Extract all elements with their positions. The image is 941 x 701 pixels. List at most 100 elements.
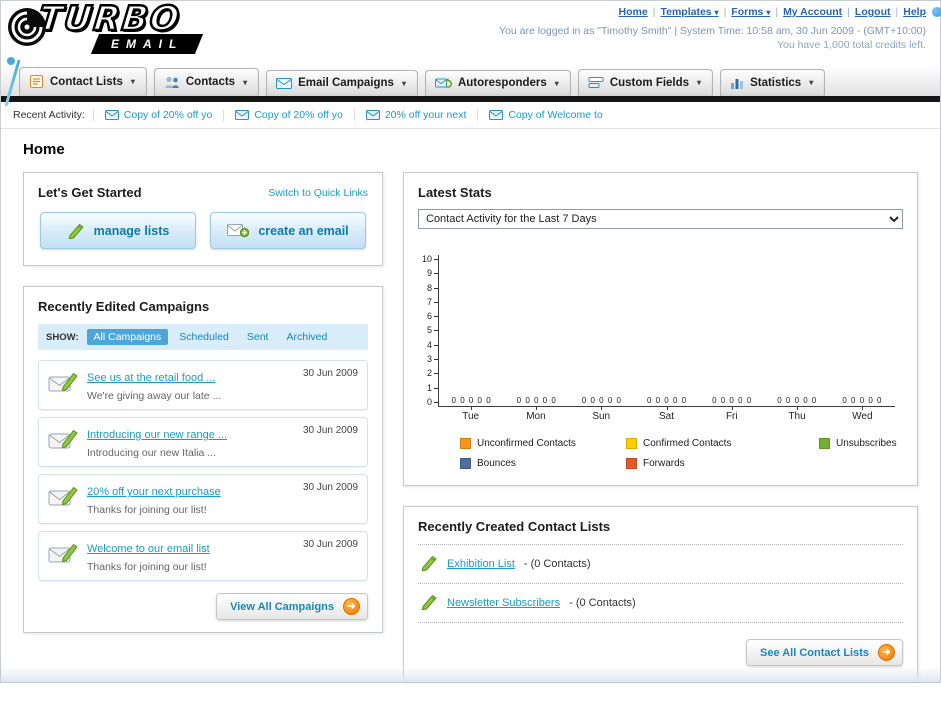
envelope-icon xyxy=(104,110,119,120)
switch-quick-links-link[interactable]: Switch to Quick Links xyxy=(268,187,368,199)
x-axis-label: Fri xyxy=(699,406,764,422)
legend-swatch xyxy=(626,438,637,449)
campaign-edit-icon xyxy=(48,368,78,402)
chart-value-group: 0 0 0 0 0 xyxy=(646,396,688,405)
chart-x-axis: Tue Mon Sun Sat Fri Thu Wed xyxy=(438,406,895,422)
chevron-down-icon: ▾ xyxy=(714,8,719,17)
top-link-help[interactable]: Help xyxy=(903,6,926,18)
logo-title: TURBO xyxy=(36,0,185,40)
contact-lists-panel-title: Recently Created Contact Lists xyxy=(418,519,611,534)
button-label: manage lists xyxy=(93,223,170,238)
app-logo[interactable]: TURBO EMAIL xyxy=(7,0,204,55)
view-all-campaigns-button[interactable]: View All Campaigns ➜ xyxy=(216,593,368,620)
campaign-tab-archived[interactable]: Archived xyxy=(279,329,334,345)
legend-item-unsubscribes: Unsubscribes xyxy=(819,438,903,449)
recent-activity-item[interactable]: Copy of Welcome to xyxy=(477,109,613,121)
contact-list-row[interactable]: Exhibition List - (0 Contacts) xyxy=(418,544,903,583)
legend-label: Confirmed Contacts xyxy=(643,438,732,449)
legend-item-confirmed-contacts: Confirmed Contacts xyxy=(626,438,811,449)
campaign-title-link[interactable]: Welcome to our email list xyxy=(87,543,210,555)
chart-y-axis: 10 9 8 7 6 5 4 3 2 1 0 xyxy=(422,255,439,407)
link-separator: | xyxy=(652,6,656,18)
nav-tab-autoresponders[interactable]: Autoresponders ▾ xyxy=(424,70,571,96)
top-link-home[interactable]: Home xyxy=(619,6,648,18)
contact-list-count: - (0 Contacts) xyxy=(569,597,636,609)
campaign-title-link[interactable]: Introducing our new range ... xyxy=(87,429,227,441)
manage-lists-button[interactable]: manage lists xyxy=(40,212,196,249)
nav-tab-contacts[interactable]: Contacts ▾ xyxy=(153,68,260,96)
chart-plot-area: 0 0 0 0 0 0 0 0 0 0 0 0 0 0 0 0 0 0 0 0 0 0 … xyxy=(438,255,895,407)
top-link-templates[interactable]: Templates ▾ xyxy=(660,6,718,18)
campaign-row[interactable]: 20% off your next purchase Thanks for joi… xyxy=(38,474,368,524)
top-link-forms[interactable]: Forms ▾ xyxy=(731,6,770,18)
campaign-title-link[interactable]: See us at the retail food ... xyxy=(87,372,215,384)
campaign-tab-all-campaigns[interactable]: All Campaigns xyxy=(86,329,169,345)
recent-activity-item[interactable]: 20% off your next xyxy=(353,109,478,121)
pencil-icon xyxy=(420,554,438,574)
recent-activity-item[interactable]: Copy of 20% off yo xyxy=(92,109,224,121)
chart-zero-values: 0 0 0 0 0 0 0 0 0 0 0 0 0 0 0 0 0 0 0 0 0 0 … xyxy=(439,396,895,405)
campaign-row[interactable]: Welcome to our email list Thanks for join… xyxy=(38,531,368,581)
campaign-edit-icon xyxy=(48,482,78,516)
chart-value-group: 0 0 0 0 0 xyxy=(777,396,818,405)
nav-tab-contact-lists[interactable]: Contact Lists ▾ xyxy=(19,67,147,96)
contact-list-count: - (0 Contacts) xyxy=(523,558,591,570)
see-all-contact-lists-button[interactable]: See All Contact Lists ➜ xyxy=(745,639,903,666)
link-separator: | xyxy=(723,6,727,18)
latest-stats-panel: Latest Stats Contact Activity for the La… xyxy=(403,172,918,486)
email-campaigns-icon xyxy=(276,77,293,89)
nav-tab-label: Contacts xyxy=(185,76,236,88)
create-an-email-button[interactable]: create an email xyxy=(210,212,366,249)
statistics-icon xyxy=(730,76,744,89)
recent-activity-item[interactable]: Copy of 20% off yo xyxy=(223,109,354,121)
show-label: SHOW: xyxy=(46,331,79,343)
campaign-row[interactable]: Introducing our new range ... Introducing… xyxy=(38,417,368,467)
y-tick-label: 1 xyxy=(427,383,439,393)
stats-period-select[interactable]: Contact Activity for the Last 7 Days xyxy=(418,209,903,229)
contact-list-link[interactable]: Exhibition List xyxy=(447,558,515,570)
legend-swatch xyxy=(819,438,830,449)
view-all-campaigns-label: View All Campaigns xyxy=(230,600,334,613)
nav-tab-email-campaigns[interactable]: Email Campaigns ▾ xyxy=(266,70,418,96)
contact-lists-icon xyxy=(29,74,44,89)
campaign-row[interactable]: See us at the retail food ... We're givin… xyxy=(38,360,368,410)
get-started-panel: Let's Get Started Switch to Quick Links … xyxy=(23,172,383,266)
chevron-down-icon: ▾ xyxy=(554,78,559,88)
y-tick-label: 7 xyxy=(427,297,439,307)
campaign-edit-icon xyxy=(48,539,78,573)
x-axis-label: Tue xyxy=(438,406,503,422)
x-axis-label: Mon xyxy=(503,406,568,422)
top-links: Home | Templates ▾ | Forms ▾ | My Account | Logo… xyxy=(499,6,926,18)
legend-item-forwards: Forwards xyxy=(626,458,811,469)
page-title: Home xyxy=(23,141,65,158)
x-axis-label: Sun xyxy=(569,406,634,422)
link-separator: | xyxy=(775,6,779,18)
login-info: You are logged in as "Timothy Smith" | S… xyxy=(499,25,926,37)
top-link-my-account[interactable]: My Account xyxy=(783,6,842,18)
contact-list-row[interactable]: Newsletter Subscribers - (0 Contacts) xyxy=(418,583,903,622)
legend-label: Unsubscribes xyxy=(836,438,897,449)
campaign-list: See us at the retail food ... We're givin… xyxy=(38,360,368,581)
create-email-icon xyxy=(227,223,250,238)
recently-created-contact-lists-panel: Recently Created Contact Lists Exhibitio… xyxy=(403,506,918,681)
chart-value-group: 0 0 0 0 0 xyxy=(516,396,557,405)
nav-tab-statistics[interactable]: Statistics ▾ xyxy=(720,69,826,96)
campaign-tab-scheduled[interactable]: Scheduled xyxy=(172,329,236,345)
nav-tab-custom-fields[interactable]: Custom Fields ▾ xyxy=(577,69,714,96)
recent-activity-item-label: Copy of 20% off yo xyxy=(254,109,343,121)
legend-label: Forwards xyxy=(643,458,685,469)
legend-label: Unconfirmed Contacts xyxy=(477,438,576,449)
main-content: Home Let's Get Started Switch to Quick L… xyxy=(1,129,940,701)
pencil-icon xyxy=(67,223,85,239)
y-tick-label: 6 xyxy=(427,312,439,321)
campaign-tab-sent[interactable]: Sent xyxy=(240,329,276,345)
campaign-subtitle: Introducing our new Italia ... xyxy=(87,447,216,459)
chart-value-group: 0 0 0 0 0 xyxy=(842,396,883,405)
campaign-title-link[interactable]: 20% off your next purchase xyxy=(87,486,221,498)
top-link-logout[interactable]: Logout xyxy=(855,6,891,18)
campaign-filter-bar: SHOW: All Campaigns Scheduled Sent Archived xyxy=(38,324,368,350)
legend-swatch xyxy=(460,438,471,449)
chevron-down-icon: ▾ xyxy=(766,8,771,17)
contact-list-link[interactable]: Newsletter Subscribers xyxy=(447,597,560,609)
contacts-icon xyxy=(164,75,180,89)
